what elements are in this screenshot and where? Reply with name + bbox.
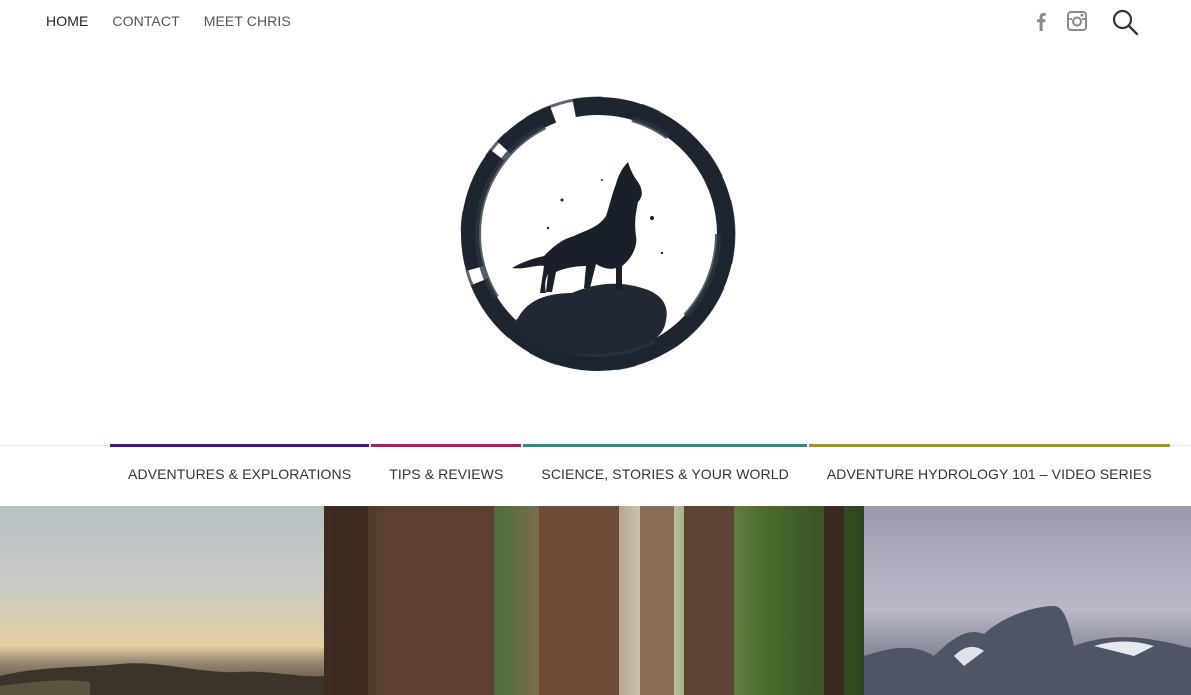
featured-image-sunset[interactable] (0, 506, 324, 695)
top-bar: HOME CONTACT MEET CHRIS (0, 0, 1191, 44)
facebook-icon[interactable] (1030, 10, 1052, 32)
top-nav: HOME CONTACT MEET CHRIS (46, 13, 315, 29)
category-tips-reviews[interactable]: TIPS & REVIEWS (371, 444, 522, 504)
featured-images (0, 506, 1191, 695)
category-label: ADVENTURES & EXPLORATIONS (128, 466, 352, 482)
search-icon[interactable] (1111, 8, 1139, 36)
half-dome-silhouette (864, 606, 1191, 695)
category-label: SCIENCE, STORIES & YOUR WORLD (541, 466, 789, 482)
redwood-trunks (330, 506, 844, 695)
nav-meet-chris-link[interactable]: MEET CHRIS (204, 13, 291, 29)
category-label: TIPS & REVIEWS (389, 466, 504, 482)
nav-contact-link[interactable]: CONTACT (112, 13, 179, 29)
category-science-stories[interactable]: SCIENCE, STORIES & YOUR WORLD (523, 444, 807, 504)
social-links (1030, 10, 1088, 32)
category-color-bar (110, 444, 370, 447)
category-color-bar (808, 444, 1170, 447)
instagram-icon[interactable] (1066, 10, 1088, 32)
category-adventures-explorations[interactable]: ADVENTURES & EXPLORATIONS (110, 444, 370, 504)
featured-image-redwoods[interactable] (324, 506, 864, 695)
category-color-bar (371, 444, 522, 447)
category-nav: ADVENTURES & EXPLORATIONS TIPS & REVIEWS… (0, 444, 1191, 506)
featured-image-half-dome[interactable] (864, 506, 1191, 695)
howling-wolf-logo[interactable] (452, 88, 744, 380)
nav-home-link[interactable]: HOME (46, 13, 88, 29)
category-label: ADVENTURE HYDROLOGY 101 – VIDEO SERIES (826, 466, 1152, 482)
category-adventure-hydrology[interactable]: ADVENTURE HYDROLOGY 101 – VIDEO SERIES (808, 444, 1170, 504)
mountain-silhouette (0, 663, 324, 695)
category-color-bar (523, 444, 807, 447)
